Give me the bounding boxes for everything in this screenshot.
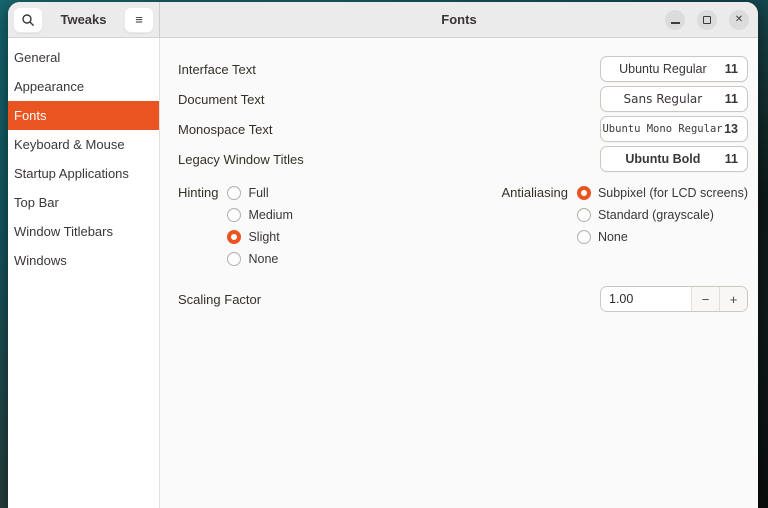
legacy-window-titles-row: Legacy Window Titles Ubuntu Bold 11 — [178, 144, 748, 174]
sidebar-item-top-bar[interactable]: Top Bar — [8, 188, 159, 217]
scaling-factor-row: Scaling Factor 1.00 − + — [178, 284, 748, 314]
scaling-increase-button[interactable]: + — [719, 287, 747, 311]
hinting-option-full[interactable]: Full — [227, 182, 292, 204]
document-text-label: Document Text — [178, 91, 265, 107]
hinting-label: Hinting — [178, 185, 219, 200]
minimize-icon — [670, 22, 680, 24]
radio-icon — [576, 208, 591, 222]
close-icon: ✕ — [734, 14, 744, 25]
sidebar-item-keyboard-mouse[interactable]: Keyboard & Mouse — [8, 130, 159, 159]
scaling-factor-input[interactable]: 1.00 — [601, 287, 691, 311]
interface-text-label: Interface Text — [178, 61, 256, 77]
scaling-decrease-button[interactable]: − — [691, 287, 719, 311]
minimize-button[interactable] — [665, 9, 685, 30]
sidebar: General Appearance Fonts Keyboard & Mous… — [8, 38, 160, 508]
antialiasing-option-subpixel[interactable]: Subpixel (for LCD screens) — [576, 182, 748, 204]
sidebar-item-general[interactable]: General — [8, 43, 159, 72]
antialiasing-options: Subpixel (for LCD screens) Standard (gra… — [576, 182, 748, 270]
scaling-factor-label: Scaling Factor — [178, 291, 262, 307]
scaling-factor-spinner: 1.00 − + — [600, 286, 748, 312]
hinting-option-medium[interactable]: Medium — [227, 204, 293, 226]
font-name: Ubuntu Regular — [619, 62, 707, 76]
sidebar-item-appearance[interactable]: Appearance — [8, 72, 159, 101]
search-button[interactable] — [13, 6, 43, 33]
sidebar-header: Tweaks ≡ — [8, 2, 160, 38]
monospace-text-font-button[interactable]: Ubuntu Mono Regular 13 — [600, 116, 748, 142]
sidebar-item-fonts[interactable]: Fonts — [8, 101, 159, 130]
radio-icon — [227, 208, 242, 222]
tweaks-window: Tweaks ≡ Fonts ✕ General Appearance Font… — [8, 2, 758, 508]
font-size: 13 — [724, 122, 738, 136]
maximize-button[interactable] — [697, 9, 717, 30]
font-name: Ubuntu Bold — [625, 152, 701, 166]
hinting-option-none[interactable]: None — [227, 248, 292, 270]
minus-icon: − — [701, 291, 710, 307]
document-text-row: Document Text Sans Regular 11 — [178, 84, 748, 114]
radio-icon — [227, 186, 242, 200]
font-name: Ubuntu Mono Regular — [602, 123, 723, 135]
antialiasing-group: Antialiasing Subpixel (for LCD screens) … — [501, 182, 748, 270]
fonts-settings-panel: Interface Text Ubuntu Regular 11 Documen… — [160, 38, 758, 508]
rendering-options: Hinting Full Medium Slight None Antialia… — [178, 182, 748, 270]
hinting-group: Hinting Full Medium Slight None — [178, 182, 293, 270]
radio-checked-icon — [576, 186, 591, 200]
monospace-text-row: Monospace Text Ubuntu Mono Regular 13 — [178, 114, 748, 144]
app-title: Tweaks — [60, 12, 107, 27]
maximize-icon — [703, 15, 711, 24]
antialiasing-label: Antialiasing — [501, 185, 568, 200]
menu-button[interactable]: ≡ — [123, 6, 154, 33]
close-button[interactable]: ✕ — [729, 9, 749, 30]
hamburger-menu-icon: ≡ — [135, 12, 143, 27]
search-icon — [21, 13, 35, 27]
interface-text-font-button[interactable]: Ubuntu Regular 11 — [600, 56, 748, 82]
document-text-font-button[interactable]: Sans Regular 11 — [600, 86, 748, 112]
font-size: 11 — [724, 152, 738, 166]
radio-icon — [576, 230, 591, 244]
main-header: Fonts ✕ — [160, 2, 758, 38]
legacy-window-titles-label: Legacy Window Titles — [178, 151, 304, 167]
antialiasing-option-none[interactable]: None — [576, 226, 748, 248]
sidebar-item-startup-applications[interactable]: Startup Applications — [8, 159, 159, 188]
hinting-option-slight[interactable]: Slight — [227, 226, 292, 248]
sidebar-item-windows[interactable]: Windows — [8, 246, 159, 275]
sidebar-item-window-titlebars[interactable]: Window Titlebars — [8, 217, 159, 246]
font-size: 11 — [724, 92, 738, 106]
window-controls: ✕ — [665, 9, 749, 30]
radio-icon — [227, 252, 242, 266]
font-size: 11 — [724, 62, 738, 76]
font-name: Sans Regular — [623, 92, 703, 106]
antialiasing-option-standard[interactable]: Standard (grayscale) — [576, 204, 748, 226]
plus-icon: + — [729, 291, 738, 307]
radio-checked-icon — [227, 230, 242, 244]
interface-text-row: Interface Text Ubuntu Regular 11 — [178, 54, 748, 84]
monospace-text-label: Monospace Text — [178, 121, 273, 137]
hinting-options: Full Medium Slight None — [227, 182, 293, 270]
legacy-window-titles-font-button[interactable]: Ubuntu Bold 11 — [600, 146, 748, 172]
